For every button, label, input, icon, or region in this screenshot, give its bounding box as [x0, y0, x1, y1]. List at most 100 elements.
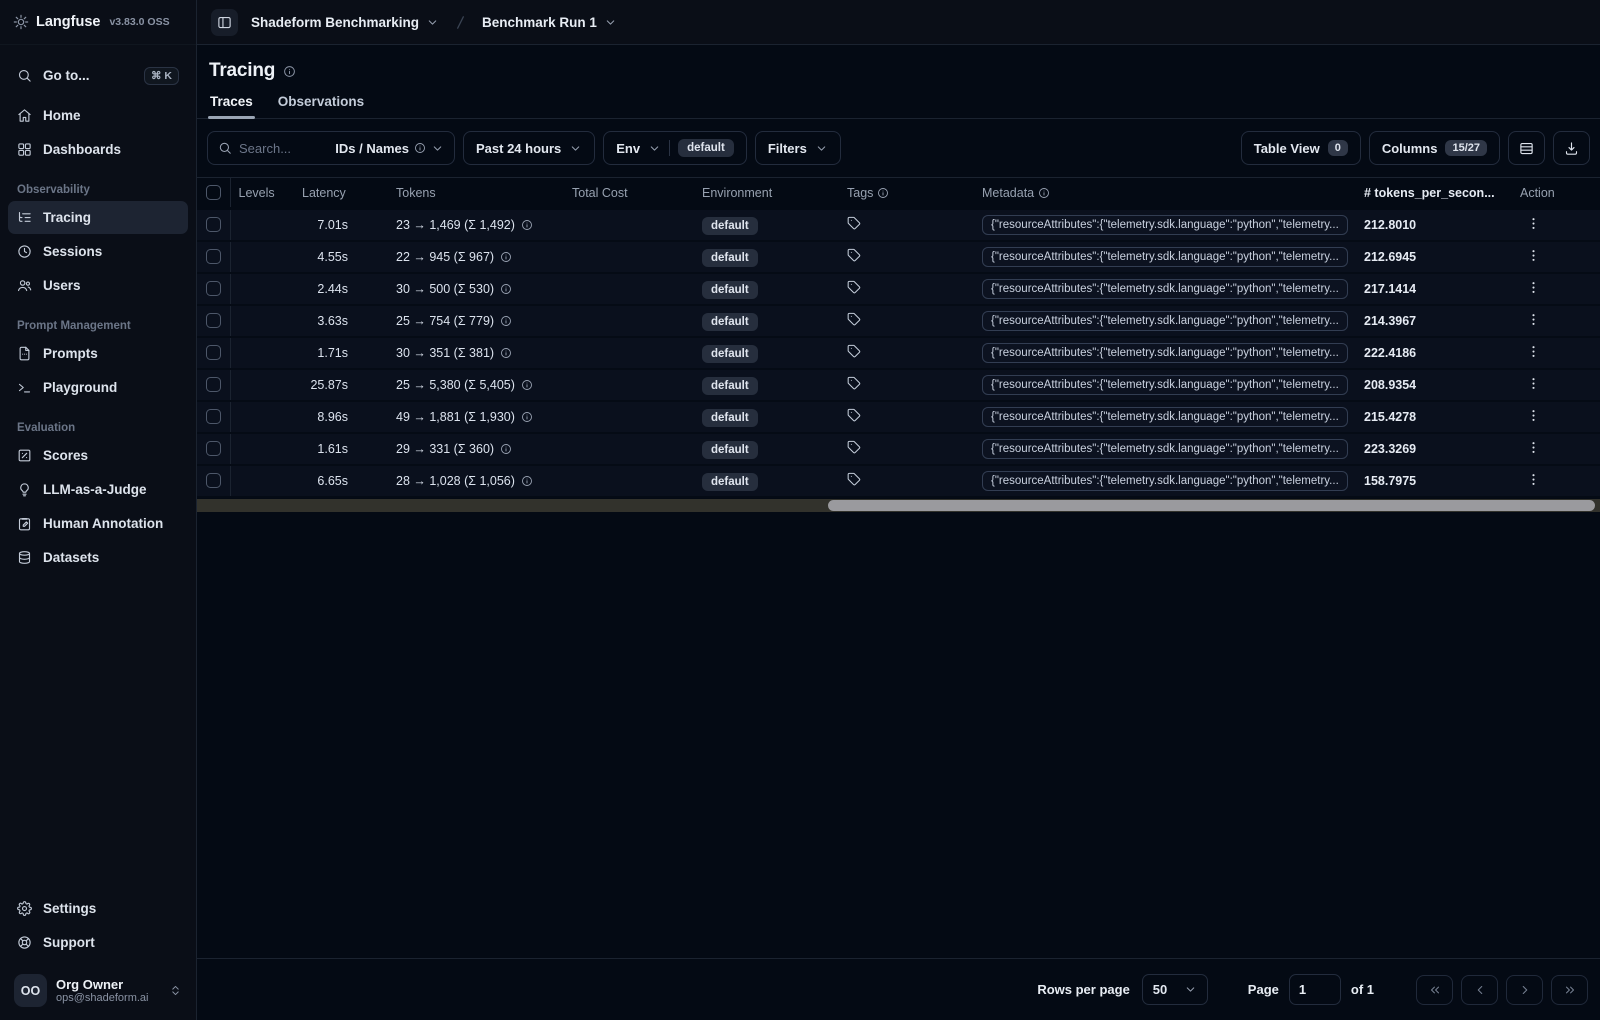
row-checkbox[interactable] — [205, 441, 221, 457]
row-actions-button[interactable] — [1526, 408, 1541, 423]
info-icon[interactable] — [500, 283, 512, 295]
row-checkbox[interactable] — [205, 281, 221, 297]
env-filter-button[interactable]: Env default — [603, 131, 747, 165]
sidebar-item-home[interactable]: Home — [8, 99, 188, 132]
row-actions-button[interactable] — [1526, 440, 1541, 455]
row-height-button[interactable] — [1508, 131, 1545, 165]
row-checkbox[interactable] — [205, 217, 221, 233]
column-header-meta[interactable]: Metadata — [974, 177, 1356, 209]
search-input[interactable] — [239, 140, 323, 156]
sidebar-item-support[interactable]: Support — [8, 926, 188, 959]
trace-row[interactable]: 4.55s 22 → 945 (Σ 967) default {"resourceAt… — [197, 240, 1600, 274]
table-view-button[interactable]: Table View 0 — [1240, 131, 1361, 165]
project-selector[interactable]: Benchmark Run 1 — [482, 15, 617, 30]
tag-icon[interactable] — [847, 248, 861, 262]
previous-page-button[interactable] — [1461, 974, 1498, 1005]
horizontal-scrollbar-thumb[interactable] — [828, 499, 1595, 511]
cell-metadata: {"resourceAttributes":{"telemetry.sdk.la… — [974, 207, 1356, 242]
sidebar-item-llm-as-a-judge[interactable]: LLM-as-a-Judge — [8, 473, 188, 506]
info-icon[interactable] — [500, 443, 512, 455]
row-checkbox[interactable] — [205, 473, 221, 489]
column-header-tokens[interactable]: Tokens — [388, 177, 564, 209]
column-header-cost[interactable]: Total Cost — [564, 177, 694, 209]
breadcrumb-separator — [452, 14, 469, 31]
sidebar-item-human-annotation[interactable]: Human Annotation — [8, 507, 188, 540]
row-actions-button[interactable] — [1526, 472, 1541, 487]
horizontal-scrollbar-track[interactable] — [197, 498, 1600, 512]
sidebar-item-tracing[interactable]: Tracing — [8, 201, 188, 234]
row-checkbox[interactable] — [205, 313, 221, 329]
trace-row[interactable]: 1.71s 30 → 351 (Σ 381) default {"resourceAt… — [197, 336, 1600, 370]
info-icon[interactable] — [500, 251, 512, 263]
info-icon[interactable] — [521, 219, 533, 231]
tag-icon[interactable] — [847, 472, 861, 486]
first-page-button[interactable] — [1416, 974, 1453, 1005]
sidebar-item-scores[interactable]: Scores — [8, 439, 188, 472]
trace-row[interactable]: 25.87s 25 → 5,380 (Σ 5,405) default {"resou… — [197, 368, 1600, 402]
account-switcher[interactable]: OO Org Owner ops@shadeform.ai — [8, 969, 188, 1012]
row-actions-button[interactable] — [1526, 216, 1541, 231]
tag-icon[interactable] — [847, 376, 861, 390]
row-actions-button[interactable] — [1526, 280, 1541, 295]
row-actions-button[interactable] — [1526, 312, 1541, 327]
info-icon[interactable] — [283, 65, 296, 78]
row-actions-button[interactable] — [1526, 376, 1541, 391]
search-type-selector[interactable]: IDs / Names — [335, 141, 444, 156]
trace-row[interactable]: 1.61s 29 → 331 (Σ 360) default {"resourceAt… — [197, 432, 1600, 466]
info-icon[interactable] — [877, 187, 889, 199]
columns-button[interactable]: Columns 15/27 — [1368, 131, 1500, 165]
column-header-latency[interactable]: Latency — [294, 177, 388, 209]
page-number-input[interactable] — [1288, 974, 1341, 1005]
rows-per-page-select[interactable]: 50 — [1141, 974, 1208, 1005]
filters-button[interactable]: Filters — [754, 131, 841, 165]
row-checkbox[interactable] — [205, 249, 221, 265]
org-selector[interactable]: Shadeform Benchmarking — [251, 15, 439, 30]
row-checkbox[interactable] — [205, 409, 221, 425]
info-icon[interactable] — [1038, 187, 1050, 199]
sidebar-toggle-button[interactable] — [211, 8, 238, 36]
row-checkbox[interactable] — [205, 377, 221, 393]
column-header-env[interactable]: Environment — [694, 177, 839, 209]
export-download-button[interactable] — [1553, 131, 1590, 165]
column-header-action[interactable]: Action — [1512, 177, 1600, 209]
info-icon[interactable] — [521, 475, 533, 487]
sidebar-item-dashboards[interactable]: Dashboards — [8, 133, 188, 166]
tab-observations[interactable]: Observations — [278, 94, 364, 118]
sidebar-item-playground[interactable]: Playground — [8, 371, 188, 404]
sidebar-item-users[interactable]: Users — [8, 269, 188, 302]
cell-tags — [839, 368, 974, 402]
search-box[interactable]: IDs / Names — [207, 131, 455, 165]
info-icon[interactable] — [500, 315, 512, 327]
trace-row[interactable]: 8.96s 49 → 1,881 (Σ 1,930) default {"resour… — [197, 400, 1600, 434]
tag-icon[interactable] — [847, 408, 861, 422]
sidebar-item-datasets[interactable]: Datasets — [8, 541, 188, 574]
tab-traces[interactable]: Traces — [208, 94, 255, 119]
column-header-levels[interactable]: Levels — [230, 177, 294, 209]
sidebar-item-sessions[interactable]: Sessions — [8, 235, 188, 268]
info-icon[interactable] — [500, 347, 512, 359]
trace-row[interactable]: 7.01s 23 → 1,469 (Σ 1,492) default {"resour… — [197, 207, 1600, 242]
select-all-checkbox[interactable] — [205, 185, 221, 201]
tag-icon[interactable] — [847, 440, 861, 454]
tag-icon[interactable] — [847, 280, 861, 294]
time-range-button[interactable]: Past 24 hours — [463, 131, 596, 165]
row-checkbox[interactable] — [205, 345, 221, 361]
last-page-button[interactable] — [1551, 974, 1588, 1005]
sidebar-item-settings[interactable]: Settings — [8, 892, 188, 925]
time-range-label: Past 24 hours — [476, 140, 562, 156]
column-header-tags[interactable]: Tags — [839, 177, 974, 209]
trace-row[interactable]: 6.65s 28 → 1,028 (Σ 1,056) default {"resour… — [197, 464, 1600, 498]
tag-icon[interactable] — [847, 216, 861, 230]
tag-icon[interactable] — [847, 344, 861, 358]
sidebar-item-prompts[interactable]: Prompts — [8, 337, 188, 370]
row-actions-button[interactable] — [1526, 248, 1541, 263]
column-header-tps[interactable]: # tokens_per_secon... — [1356, 177, 1512, 209]
trace-row[interactable]: 3.63s 25 → 754 (Σ 779) default {"resourceAt… — [197, 304, 1600, 338]
info-icon[interactable] — [521, 379, 533, 391]
trace-row[interactable]: 2.44s 30 → 500 (Σ 530) default {"resourceAt… — [197, 272, 1600, 306]
row-actions-button[interactable] — [1526, 344, 1541, 359]
info-icon[interactable] — [521, 411, 533, 423]
tag-icon[interactable] — [847, 312, 861, 326]
next-page-button[interactable] — [1506, 974, 1543, 1005]
goto-search-button[interactable]: Go to... ⌘ K — [8, 59, 188, 92]
